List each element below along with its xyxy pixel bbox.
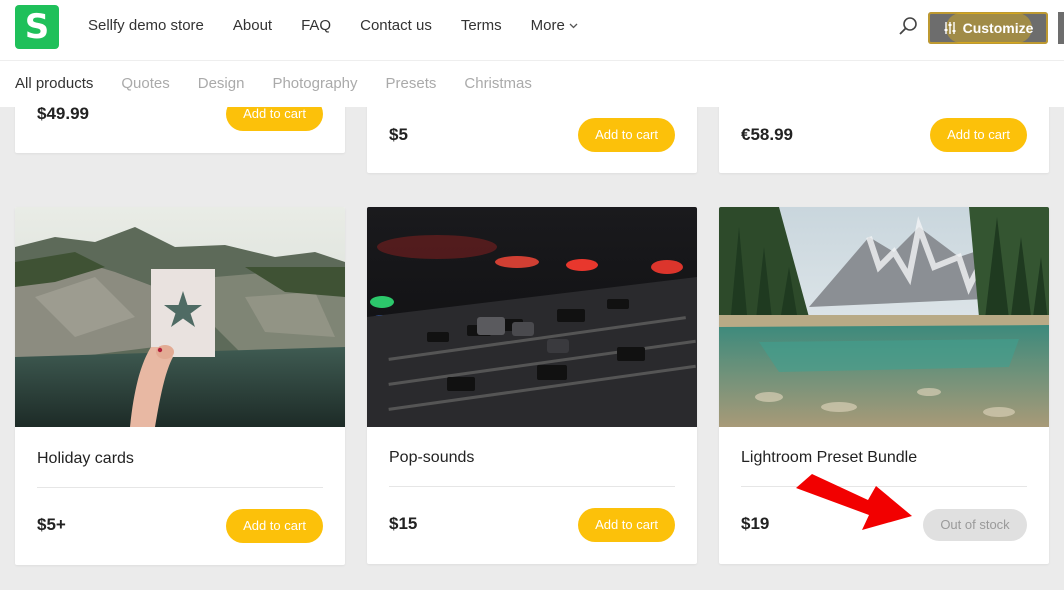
product-price: $49.99 [37, 104, 89, 123]
nav-more[interactable]: More [531, 17, 578, 35]
product-image[interactable] [367, 207, 697, 427]
tab-presets[interactable]: Presets [386, 75, 437, 93]
annotation-arrow-icon [796, 474, 912, 530]
store-logo[interactable]: S [15, 5, 59, 49]
product-title[interactable]: Lightroom Preset Bundle [741, 449, 917, 467]
tab-photography[interactable]: Photography [272, 75, 357, 93]
sliders-icon [944, 22, 956, 34]
product-card[interactable]: Pop-sounds $15 Add to cart [367, 207, 697, 564]
main-nav: Sellfy demo store About FAQ Contact us T… [88, 17, 578, 35]
card-divider [37, 487, 323, 488]
product-image[interactable] [719, 207, 1049, 427]
tab-design[interactable]: Design [198, 75, 245, 93]
product-image[interactable] [15, 207, 345, 427]
product-price: $19 [741, 514, 770, 533]
nav-about[interactable]: About [233, 17, 272, 35]
nav-terms[interactable]: Terms [461, 17, 502, 35]
nav-more-label: More [530, 17, 565, 34]
product-price: $5 [389, 125, 408, 144]
nav-faq[interactable]: FAQ [301, 17, 331, 35]
customize-button[interactable]: Customize [928, 12, 1048, 44]
product-title[interactable]: Holiday cards [37, 450, 134, 468]
add-to-cart-button[interactable]: Add to cart [930, 118, 1027, 152]
add-to-cart-button[interactable]: Add to cart [578, 118, 675, 152]
add-to-cart-button[interactable]: Add to cart [578, 508, 675, 542]
store-header: S Sellfy demo store About FAQ Contact us… [0, 0, 1064, 107]
product-price: $15 [389, 514, 418, 533]
card-divider [389, 486, 675, 487]
tab-christmas[interactable]: Christmas [464, 75, 532, 93]
product-title[interactable]: Pop-sounds [389, 449, 474, 467]
customize-label: Customize [962, 20, 1034, 36]
tab-all-products[interactable]: All products [15, 75, 93, 93]
search-icon[interactable] [898, 16, 918, 36]
category-tabs: All products Quotes Design Photography P… [15, 75, 560, 93]
tab-quotes[interactable]: Quotes [121, 75, 169, 93]
chevron-down-icon [569, 23, 578, 29]
out-of-stock-button: Out of stock [923, 509, 1027, 541]
product-card[interactable]: Holiday cards $5+ Add to cart [15, 207, 345, 565]
header-divider [0, 60, 1064, 61]
product-price: €58.99 [741, 125, 793, 144]
nav-contact[interactable]: Contact us [360, 17, 432, 35]
add-to-cart-button[interactable]: Add to cart [226, 509, 323, 543]
edge-button[interactable] [1058, 12, 1064, 44]
product-price: $5+ [37, 515, 66, 534]
nav-store-home[interactable]: Sellfy demo store [88, 17, 204, 35]
